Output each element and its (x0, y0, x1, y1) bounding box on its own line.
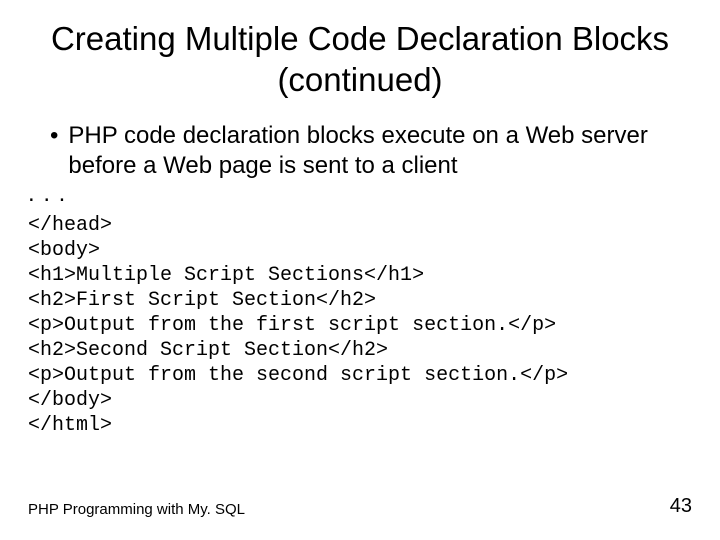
bullet-item: • PHP code declaration blocks execute on… (50, 121, 692, 181)
slide-title: Creating Multiple Code Declaration Block… (28, 18, 692, 101)
ellipsis-text: . . . (28, 181, 692, 207)
bullet-list: • PHP code declaration blocks execute on… (28, 121, 692, 181)
slide-footer: PHP Programming with My. SQL 43 (28, 495, 692, 518)
bullet-dot-icon: • (50, 121, 58, 151)
page-number: 43 (670, 495, 692, 518)
code-block: </head> <body> <h1>Multiple Script Secti… (28, 213, 692, 438)
bullet-text: PHP code declaration blocks execute on a… (68, 121, 692, 181)
footer-source: PHP Programming with My. SQL (28, 501, 245, 518)
